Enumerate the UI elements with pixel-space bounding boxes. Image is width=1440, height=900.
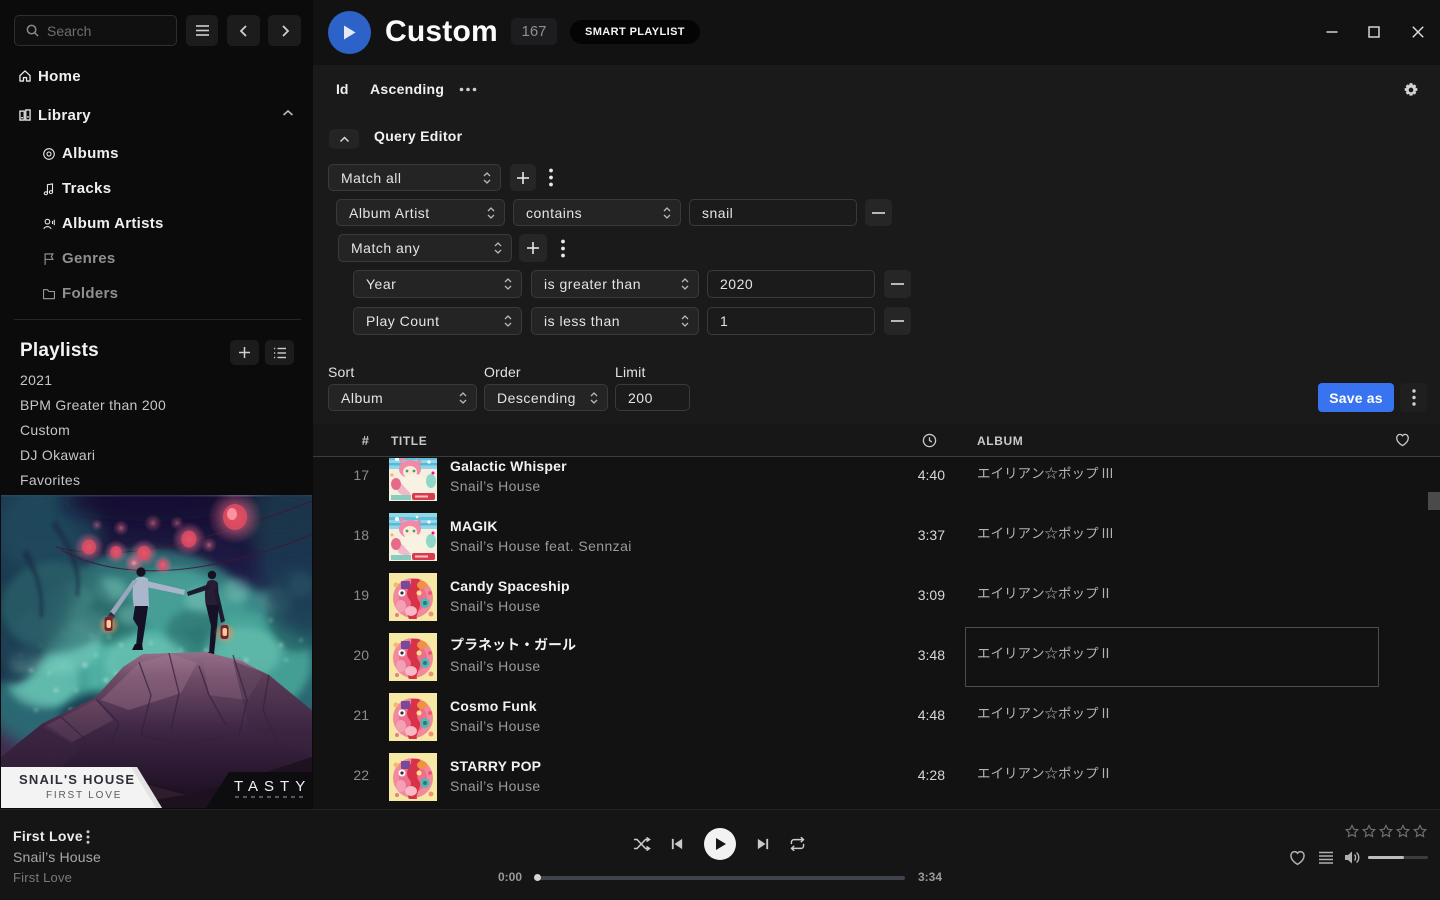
svg-text:TASTY: TASTY	[234, 778, 311, 795]
svg-text:SNAIL'S HOUSE: SNAIL'S HOUSE	[19, 772, 135, 787]
svg-text:FIRST LOVE: FIRST LOVE	[46, 790, 122, 801]
